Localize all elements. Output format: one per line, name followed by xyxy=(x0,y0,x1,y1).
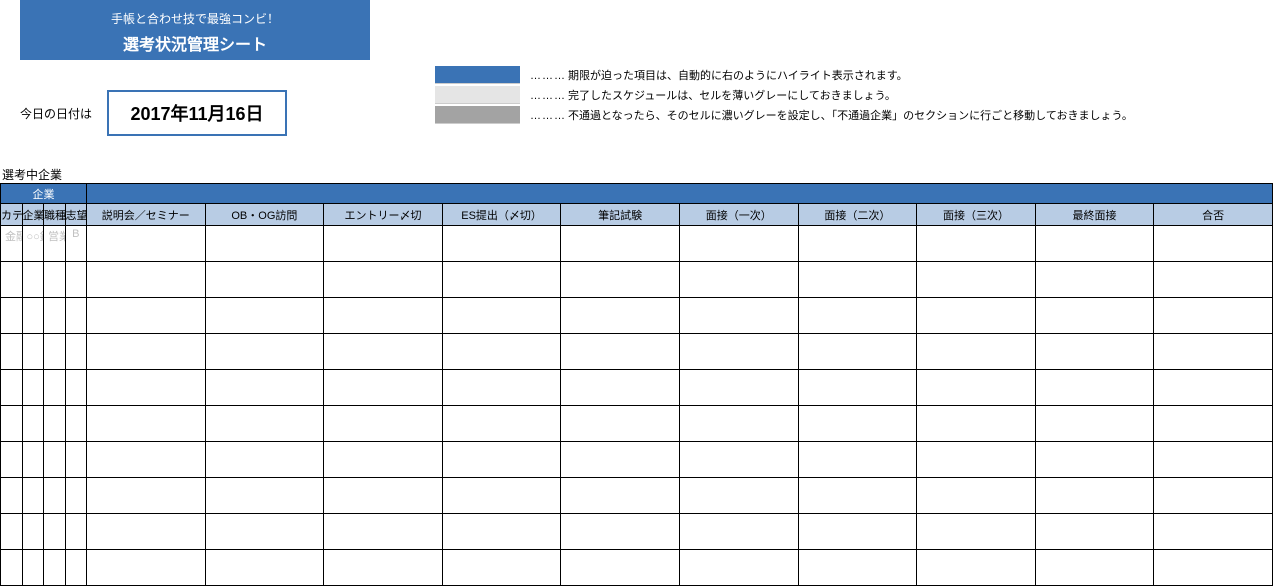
group-header-steps xyxy=(87,184,1273,204)
col-step: 筆記試験 xyxy=(561,204,680,226)
col-step: OB・OG訪問 xyxy=(205,204,324,226)
col-step: 説明会／セミナー xyxy=(87,204,206,226)
cell-rank[interactable]: B xyxy=(65,226,87,262)
cell-step[interactable] xyxy=(561,226,680,262)
col-company: 企業名 xyxy=(22,204,44,226)
cell-category[interactable]: 金融 xyxy=(1,226,23,262)
cell-step[interactable] xyxy=(679,226,798,262)
cell-step[interactable] xyxy=(1035,226,1154,262)
legend-row: ………完了したスケジュールは、セルを薄いグレーにしておきましょう。 xyxy=(435,85,1133,105)
selection-table[interactable]: 企業 カテゴリ 企業名 職種 志望度（A～E） 説明会／セミナー OB・OG訪問… xyxy=(0,183,1273,586)
col-step: 最終面接 xyxy=(1035,204,1154,226)
table-row[interactable] xyxy=(1,550,1273,586)
title-main: 選考状況管理シート xyxy=(20,31,370,55)
legend-row: ………不通過となったら、そのセルに濃いグレーを設定し、「不通過企業」のセクション… xyxy=(435,105,1133,125)
cell-step[interactable] xyxy=(205,226,324,262)
cell-company[interactable]: ○○銀行 xyxy=(22,226,44,262)
title-box: 手帳と合わせ技で最強コンビ！ 選考状況管理シート xyxy=(20,0,370,60)
table-row[interactable] xyxy=(1,334,1273,370)
legend-swatch-blue xyxy=(435,66,520,84)
col-step: 合否 xyxy=(1154,204,1273,226)
table-row-example[interactable]: 金融 ○○銀行 営業 B xyxy=(1,226,1273,262)
table-row[interactable] xyxy=(1,478,1273,514)
col-category: カテゴリ xyxy=(1,204,23,226)
legend-swatch-gray xyxy=(435,106,520,124)
table-row[interactable] xyxy=(1,406,1273,442)
cell-jobtype[interactable]: 営業 xyxy=(44,226,66,262)
legend-text: ………不通過となったら、そのセルに濃いグレーを設定し、「不通過企業」のセクション… xyxy=(530,107,1133,123)
table-row[interactable] xyxy=(1,298,1273,334)
col-rank: 志望度（A～E） xyxy=(65,204,87,226)
table-row[interactable] xyxy=(1,262,1273,298)
section-ongoing-label: 選考中企業 xyxy=(0,166,1273,183)
col-jobtype: 職種 xyxy=(44,204,66,226)
legend-row: ………期限が迫った項目は、自動的に右のようにハイライト表示されます。 xyxy=(435,65,1133,85)
col-step: エントリー〆切 xyxy=(324,204,443,226)
date-value: 2017年11月16日 xyxy=(107,90,287,136)
legend-area: ………期限が迫った項目は、自動的に右のようにハイライト表示されます。 ………完了… xyxy=(435,65,1133,125)
legend-text: ………完了したスケジュールは、セルを薄いグレーにしておきましょう。 xyxy=(530,87,896,103)
col-step: ES提出（〆切） xyxy=(442,204,561,226)
table-row[interactable] xyxy=(1,514,1273,550)
legend-text: ………期限が迫った項目は、自動的に右のようにハイライト表示されます。 xyxy=(530,67,908,83)
date-label: 今日の日付は xyxy=(20,105,92,122)
cell-step[interactable] xyxy=(1154,226,1273,262)
cell-step[interactable] xyxy=(442,226,561,262)
cell-step[interactable] xyxy=(798,226,917,262)
title-subtitle: 手帳と合わせ技で最強コンビ！ xyxy=(20,10,370,27)
group-header-company: 企業 xyxy=(1,184,87,204)
cell-step[interactable] xyxy=(917,226,1036,262)
table-row[interactable] xyxy=(1,442,1273,478)
col-step: 面接（二次） xyxy=(798,204,917,226)
cell-step[interactable] xyxy=(87,226,206,262)
legend-swatch-lightgray xyxy=(435,86,520,104)
col-step: 面接（三次） xyxy=(917,204,1036,226)
cell-step[interactable] xyxy=(324,226,443,262)
table-row[interactable] xyxy=(1,370,1273,406)
col-step: 面接（一次） xyxy=(679,204,798,226)
